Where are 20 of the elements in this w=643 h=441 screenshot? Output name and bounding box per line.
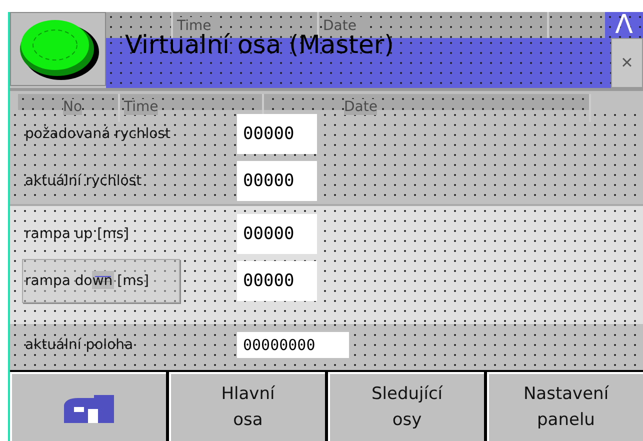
column-header: Time xyxy=(124,99,158,115)
field-label: rampa down [ms] xyxy=(24,272,150,288)
building-icon xyxy=(64,392,114,422)
column-header: Date xyxy=(344,99,378,115)
close-button[interactable]: × xyxy=(611,38,643,88)
home-button[interactable] xyxy=(10,372,166,441)
value-field[interactable]: 00000 xyxy=(237,160,317,200)
field-label: aktuální poloha xyxy=(24,337,134,353)
column-header: No xyxy=(63,99,82,115)
value-field[interactable]: 00000000 xyxy=(237,332,349,358)
value-field[interactable]: 00000 xyxy=(237,260,317,300)
field-label: aktuální rychlost xyxy=(24,172,143,188)
field-label: požadovaná rychlost xyxy=(24,126,172,142)
nav-button[interactable]: Nastavení panelu xyxy=(487,372,643,441)
nav-button[interactable]: Hlavní osa xyxy=(169,372,325,441)
value-field[interactable]: 00000 xyxy=(237,214,317,254)
value-field[interactable]: 00000 xyxy=(237,114,317,154)
nav-button[interactable]: Sledující osy xyxy=(328,372,484,441)
field-label: rampa up [ms] xyxy=(24,226,130,242)
alarm-button[interactable]: Λ xyxy=(605,12,643,38)
